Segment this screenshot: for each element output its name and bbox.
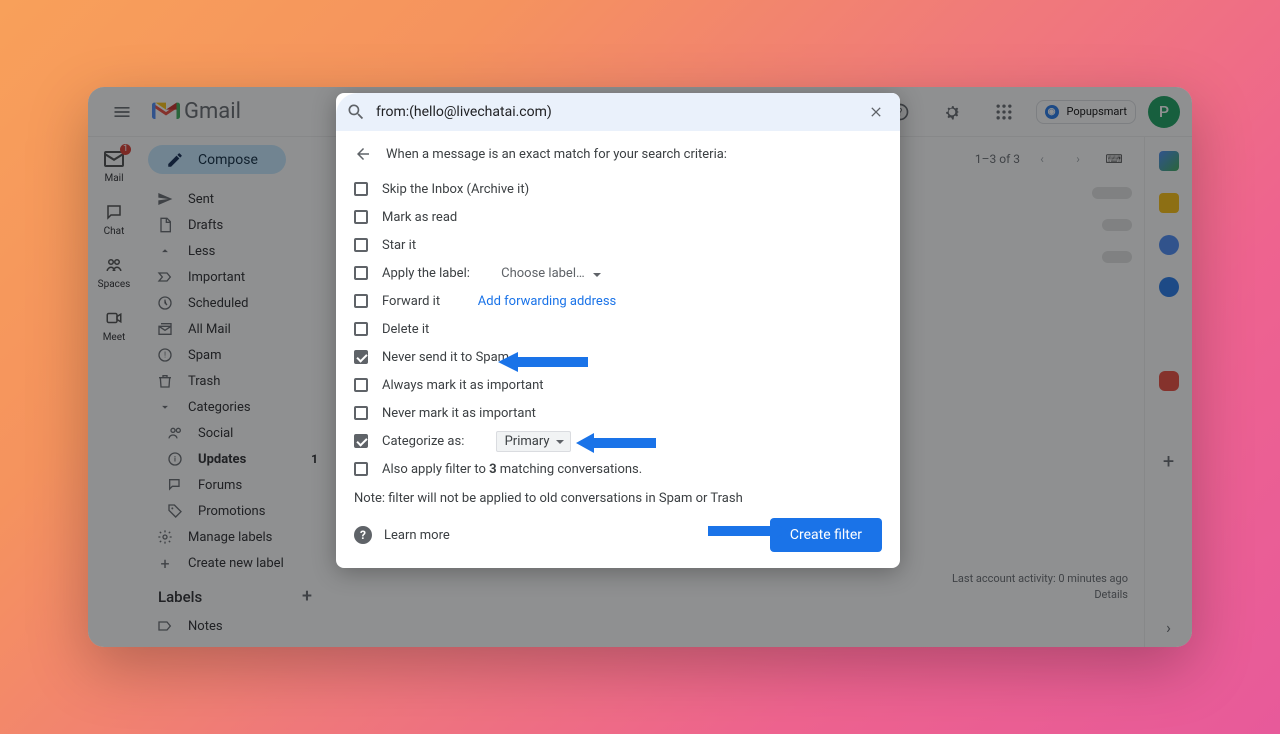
opt-skip-inbox: Skip the Inbox (Archive it) [382,182,529,197]
opt-also-apply: Also apply filter to 3 matching conversa… [382,462,642,477]
cb-mark-read[interactable] [354,210,368,224]
add-forwarding-link[interactable]: Add forwarding address [478,294,616,309]
filter-modal: from:(hello@livechatai.com) When a messa… [336,93,900,568]
cb-never-spam[interactable] [354,350,368,364]
search-icon [346,102,366,122]
opt-star: Star it [382,238,416,253]
opt-delete: Delete it [382,322,429,337]
help-icon: ? [354,526,372,544]
cb-never-important[interactable] [354,406,368,420]
opt-forward: Forward it [382,294,440,309]
cb-skip-inbox[interactable] [354,182,368,196]
create-filter-button[interactable]: Create filter [770,518,882,552]
cb-always-important[interactable] [354,378,368,392]
modal-search-bar: from:(hello@livechatai.com) [336,93,900,131]
cb-also-apply[interactable] [354,462,368,476]
gmail-window: Gmail Active ? ◉ Popupsmart P [88,87,1192,647]
learn-more-link[interactable]: Learn more [384,528,450,543]
opt-always-important: Always mark it as important [382,378,544,393]
opt-mark-read: Mark as read [382,210,457,225]
categorize-select[interactable]: Primary [496,431,571,452]
cb-star[interactable] [354,238,368,252]
modal-body: When a message is an exact match for you… [336,131,900,568]
cb-forward[interactable] [354,294,368,308]
back-button[interactable] [354,145,372,163]
search-query[interactable]: from:(hello@livechatai.com) [376,104,852,120]
modal-intro: When a message is an exact match for you… [386,147,727,162]
opt-categorize: Categorize as: [382,434,464,449]
opt-never-spam: Never send it to Spam [382,350,509,365]
close-icon [868,104,884,120]
cb-apply-label[interactable] [354,266,368,280]
choose-label-select[interactable]: Choose label… [501,266,601,281]
filter-note: Note: filter will not be applied to old … [354,491,882,506]
clear-search-button[interactable] [862,98,890,126]
opt-apply-label: Apply the label: [382,266,470,281]
cb-categorize[interactable] [354,434,368,448]
cb-delete[interactable] [354,322,368,336]
opt-never-important: Never mark it as important [382,406,536,421]
